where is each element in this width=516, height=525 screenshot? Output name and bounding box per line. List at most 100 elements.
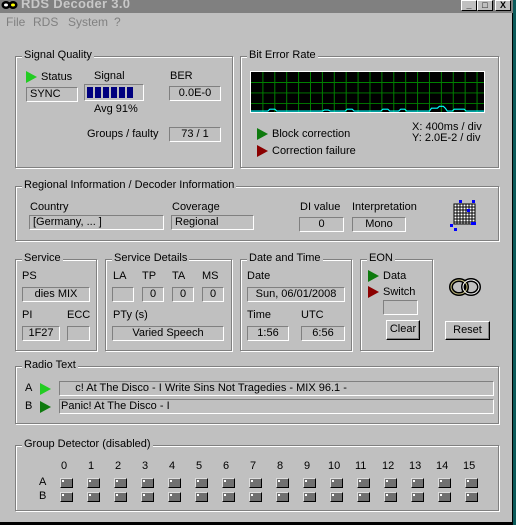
group-indicator-led [87, 478, 100, 488]
group-indicator-led [330, 492, 343, 502]
menu-rds[interactable]: RDS [33, 15, 58, 29]
group-column-header: 8 [277, 460, 284, 472]
app-window: RDS Decoder 3.0 _ □ X File RDS System ? … [0, 0, 513, 525]
country-field: [Germany, ... ] [29, 215, 164, 230]
ber-field: 0.0E-0 [169, 86, 221, 101]
app-icon [1, 1, 18, 9]
ecc-label: ECC [67, 309, 91, 321]
group-indicator-led [465, 492, 478, 502]
block-correction-label: Block correction [272, 128, 351, 140]
groups-faulty-label: Groups / faulty [87, 128, 159, 140]
group-column-header: 9 [304, 460, 311, 472]
tp-label: TP [142, 270, 157, 282]
group-indicator-led [438, 478, 451, 488]
group-indicator-led [303, 492, 316, 502]
group-indicator-led [249, 478, 262, 488]
date-label: Date [247, 270, 271, 282]
correction-failure-label: Correction failure [272, 145, 356, 157]
interpretation-label: Interpretation [352, 201, 417, 213]
signal-segment [135, 87, 141, 98]
signal-segment [103, 87, 109, 98]
reset-button[interactable]: Reset [445, 321, 490, 340]
group-indicator-led [60, 492, 73, 502]
group-indicator-led [249, 492, 262, 502]
status-indicator-icon [26, 71, 37, 83]
title-bar[interactable]: RDS Decoder 3.0 _ □ X [0, 0, 513, 13]
radio-text-b-field: Panic! At The Disco - I [59, 399, 494, 414]
group-indicator-led [357, 478, 370, 488]
block-correction-icon [257, 128, 268, 140]
group-indicator-led [168, 492, 181, 502]
ecc-field [67, 326, 90, 341]
menu-help[interactable]: ? [114, 15, 121, 29]
group-detector-title: Group Detector (disabled) [22, 438, 153, 450]
group-column-header: 12 [382, 460, 395, 472]
group-indicator-led [438, 492, 451, 502]
date-time-title: Date and Time [247, 252, 323, 264]
ber-trace [251, 105, 484, 112]
radio-text-a-label: A [25, 382, 33, 394]
group-indicator-led [276, 478, 289, 488]
eon-data-label: Data [383, 270, 407, 282]
close-button[interactable]: X [495, 0, 511, 11]
service-title: Service [22, 252, 63, 264]
group-row-label: B [39, 490, 47, 502]
di-value-field: 0 [299, 217, 344, 232]
radio-text-b-label: B [25, 400, 33, 412]
menu-file[interactable]: File [6, 15, 25, 29]
radio-text-title: Radio Text [22, 359, 78, 371]
group-column-header: 15 [463, 460, 476, 472]
pty-label: PTy (s) [113, 309, 148, 321]
group-row-label: A [39, 476, 47, 488]
date-field: Sun, 06/01/2008 [247, 287, 345, 302]
group-indicator-led [60, 478, 73, 488]
group-column-header: 2 [115, 460, 122, 472]
la-label: LA [113, 270, 127, 282]
reset-button-label: Reset [453, 324, 482, 336]
menu-system[interactable]: System [68, 15, 108, 29]
la-field [112, 287, 134, 302]
time-field: 1:56 [247, 326, 289, 341]
status-label: Status [41, 71, 73, 83]
group-column-header: 10 [328, 460, 341, 472]
group-indicator-led [87, 492, 100, 502]
group-column-header: 1 [88, 460, 95, 472]
utc-field: 6:56 [301, 326, 345, 341]
group-indicator-led [141, 492, 154, 502]
signal-level-bar [84, 84, 144, 101]
interpretation-field: Mono [352, 217, 406, 232]
maximize-icon: □ [482, 0, 488, 10]
group-column-header: 0 [61, 460, 68, 472]
clear-button[interactable]: Clear [386, 320, 420, 340]
group-indicator-led [195, 478, 208, 488]
status-field: SYNC [26, 87, 78, 102]
ps-field: dies MIX [22, 287, 90, 302]
radio-text-b-indicator-icon [40, 401, 51, 413]
maximize-button[interactable]: □ [477, 0, 493, 11]
y-scale-label: Y: 2.0E-2 / div [412, 132, 481, 144]
tp-field: 0 [142, 287, 164, 302]
minimize-icon: _ [466, 0, 472, 10]
group-indicator-led [465, 478, 478, 488]
ber-oscilloscope [250, 71, 485, 113]
eon-switch-field [383, 300, 418, 315]
group-column-header: 3 [142, 460, 149, 472]
group-indicator-led [222, 492, 235, 502]
coverage-label: Coverage [172, 201, 220, 213]
correction-failure-icon [257, 145, 268, 157]
signal-quality-title: Signal Quality [22, 49, 94, 61]
signal-segment [127, 87, 133, 98]
radio-text-a-indicator-icon [40, 383, 51, 395]
group-indicator-led [384, 492, 397, 502]
ps-label: PS [22, 270, 37, 282]
di-value-label: DI value [300, 201, 341, 213]
signal-segment [111, 87, 117, 98]
bit-error-rate-title: Bit Error Rate [247, 49, 318, 61]
signal-segment [95, 87, 101, 98]
minimize-button[interactable]: _ [461, 0, 477, 11]
menu-bar: File RDS System ? [0, 13, 513, 31]
country-label: Country [30, 201, 69, 213]
regional-info-title: Regional Information / Decoder Informati… [22, 179, 237, 191]
rds-logo-icon [449, 278, 481, 296]
group-indicator-led [141, 478, 154, 488]
